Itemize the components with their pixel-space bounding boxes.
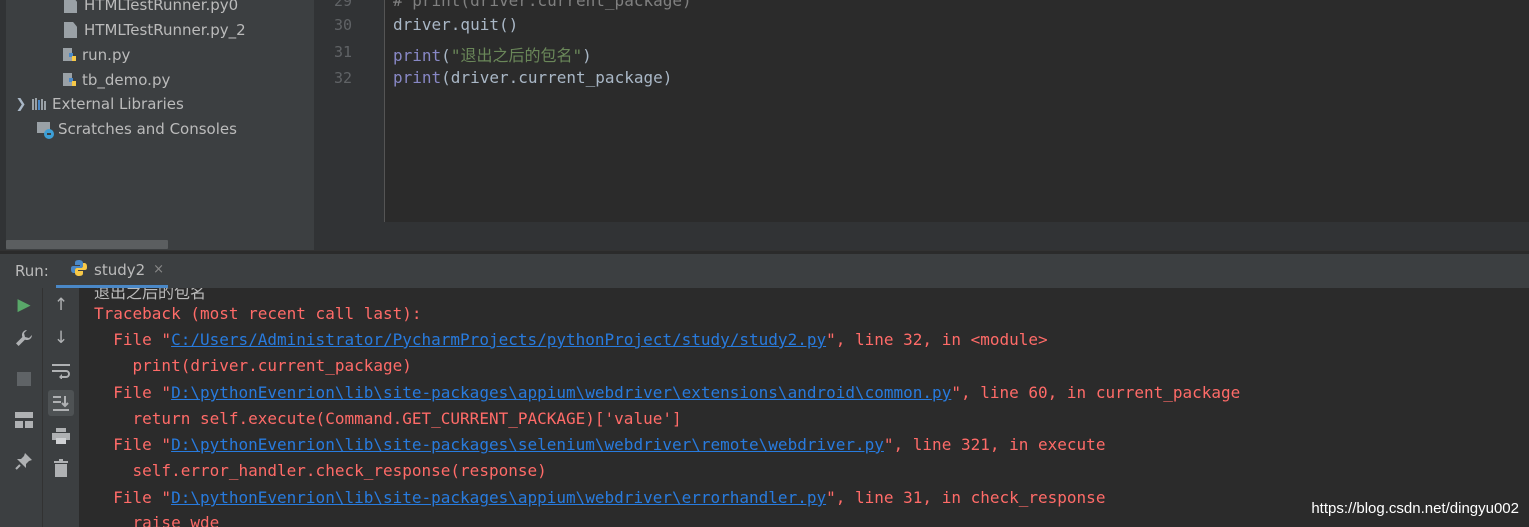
traceback-code-line: raise wde	[94, 513, 220, 527]
close-icon[interactable]: ×	[153, 262, 164, 277]
editor-bottom-area	[314, 222, 1529, 250]
paren-close: )	[582, 46, 592, 65]
code-line-31: print("退出之后的包名")	[393, 42, 592, 66]
tree-item-label: HTMLTestRunner.py_2	[84, 21, 246, 39]
file-icon	[64, 0, 77, 13]
tree-item-label: run.py	[82, 46, 131, 64]
print-icon[interactable]	[48, 423, 74, 449]
scratches-icon	[36, 120, 54, 139]
project-tree-panel: HTMLTestRunner.py0 HTMLTestRunner.py_2 r…	[0, 0, 314, 250]
wrench-icon[interactable]	[11, 325, 37, 351]
code-editor[interactable]: 29 30 31 32 # print(driver.current_packa…	[314, 0, 1529, 250]
run-toolbar-secondary: ↑ ↓	[42, 288, 79, 527]
line-number: 32	[333, 69, 352, 87]
paren-open: (	[441, 46, 451, 65]
stop-icon[interactable]	[11, 366, 37, 392]
editor-gutter: 29 30 31 32	[314, 0, 384, 222]
python-file-icon	[62, 72, 78, 88]
tree-item-tb-demo-py[interactable]: tb_demo.py	[62, 68, 170, 92]
frame-prefix: File "	[94, 383, 172, 402]
file-link[interactable]: C:/Users/Administrator/PycharmProjects/p…	[171, 330, 826, 349]
tree-item-external-libraries[interactable]: ❯ External Libraries	[14, 92, 184, 116]
traceback-frame-line: File "D:\pythonEvenrion\lib\site-package…	[94, 383, 1240, 402]
arrow-down-icon[interactable]: ↓	[48, 325, 74, 351]
frame-prefix: File "	[94, 330, 172, 349]
traceback-frame-line: File "D:\pythonEvenrion\lib\site-package…	[94, 488, 1105, 507]
console-output[interactable]: 退出之后的包名 Traceback (most recent call last…	[79, 288, 1529, 527]
print-builtin: print	[393, 68, 442, 87]
scroll-to-end-icon[interactable]	[48, 390, 74, 416]
rerun-icon[interactable]: ▶	[11, 292, 37, 318]
tree-item-htmltestrunner-py-2[interactable]: HTMLTestRunner.py_2	[62, 18, 246, 42]
tree-item-label: External Libraries	[52, 95, 184, 113]
arrow-up-icon[interactable]: ↑	[48, 292, 74, 318]
file-link[interactable]: D:\pythonEvenrion\lib\site-packages\appi…	[171, 488, 826, 507]
horizontal-scrollbar[interactable]	[6, 240, 168, 249]
tree-item-scratches-and-consoles[interactable]: Scratches and Consoles	[36, 117, 237, 141]
tree-item-label: HTMLTestRunner.py0	[84, 0, 239, 14]
pin-icon[interactable]	[11, 448, 37, 474]
python-file-icon	[62, 47, 78, 63]
code-line-29: # print(driver.current_package)	[393, 0, 692, 10]
frame-prefix: File "	[94, 488, 172, 507]
traceback-code-line: return self.execute(Command.GET_CURRENT_…	[94, 409, 682, 428]
line-number: 29	[333, 0, 352, 10]
traceback-code-line: print(driver.current_package)	[94, 356, 412, 375]
code-line-32: print(driver.current_package)	[393, 68, 672, 87]
layout-icon[interactable]	[11, 407, 37, 433]
file-link[interactable]: D:\pythonEvenrion\lib\site-packages\appi…	[171, 383, 951, 402]
run-tool-window-header: Run: study2 ×	[0, 254, 1529, 288]
line-number: 31	[333, 43, 352, 61]
run-label: Run:	[15, 262, 49, 280]
python-icon	[70, 259, 88, 281]
run-tab-label: study2	[94, 260, 146, 279]
traceback-frame-line: File "D:\pythonEvenrion\lib\site-package…	[94, 435, 1105, 454]
trash-icon[interactable]	[48, 455, 74, 481]
chevron-right-icon[interactable]: ❯	[14, 97, 28, 112]
tree-item-label: tb_demo.py	[82, 71, 171, 89]
traceback-frame-line: File "C:/Users/Administrator/PycharmProj…	[94, 330, 1048, 349]
project-panel-edge	[0, 0, 6, 250]
soft-wrap-icon[interactable]	[48, 358, 74, 384]
frame-prefix: File "	[94, 435, 172, 454]
libraries-icon	[30, 95, 48, 113]
code-line-30: driver.quit()	[393, 15, 519, 34]
run-toolbar-primary: ▶	[0, 288, 42, 527]
tree-item-run-py[interactable]: run.py	[62, 43, 130, 67]
traceback-header: Traceback (most recent call last):	[94, 304, 422, 323]
file-icon	[64, 22, 77, 38]
tree-item-htmltestrunner-py0[interactable]: HTMLTestRunner.py0	[62, 0, 238, 17]
gutter-divider	[384, 0, 385, 222]
print-builtin: print	[393, 46, 442, 65]
frame-suffix: ", line 60, in current_package	[951, 383, 1241, 402]
traceback-code-line: self.error_handler.check_response(respon…	[94, 461, 547, 480]
tree-item-label: Scratches and Consoles	[58, 120, 237, 138]
frame-suffix: ", line 32, in <module>	[826, 330, 1048, 349]
frame-suffix: ", line 31, in check_response	[826, 488, 1106, 507]
run-tab-study2[interactable]: study2 ×	[56, 254, 168, 288]
console-line-partial: 退出之后的包名	[94, 288, 207, 302]
watermark-text: https://blog.csdn.net/dingyu002	[1311, 500, 1519, 517]
file-link[interactable]: D:\pythonEvenrion\lib\site-packages\sele…	[171, 435, 884, 454]
frame-suffix: ", line 321, in execute	[883, 435, 1106, 454]
string-literal: "退出之后的包名"	[450, 46, 583, 65]
line-number: 30	[333, 16, 352, 34]
code-args: (driver.current_package)	[441, 68, 673, 87]
